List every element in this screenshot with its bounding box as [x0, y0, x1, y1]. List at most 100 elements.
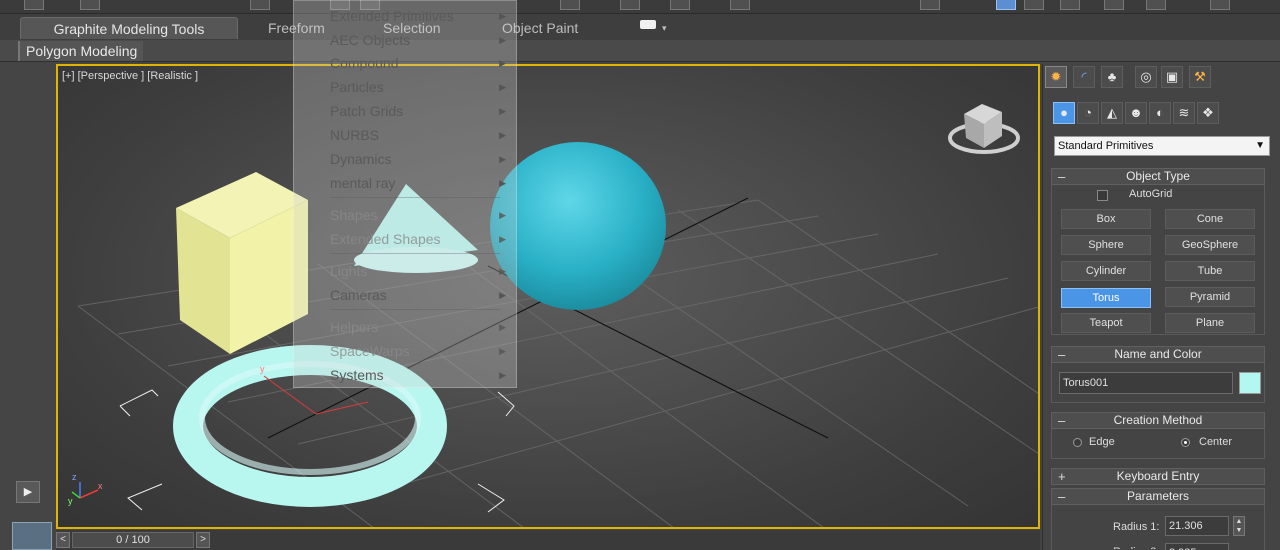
- edge-radio-label: Edge: [1089, 436, 1115, 448]
- box-object[interactable]: [176, 172, 308, 354]
- menu-item-lights[interactable]: Lights ▶: [330, 261, 510, 281]
- creation-method-rollout-header[interactable]: – Creation Method: [1051, 412, 1265, 429]
- time-slider-bar: < 0 / 100 >: [56, 530, 1040, 550]
- viewcube-icon[interactable]: [948, 104, 1020, 154]
- mirror-icon[interactable]: [620, 0, 640, 10]
- tab-polygon-modeling[interactable]: Polygon Modeling: [18, 41, 144, 61]
- render-production-icon[interactable]: [1146, 0, 1166, 10]
- select-region-icon[interactable]: [250, 0, 270, 10]
- ribbon-panel-bar: Polygon Modeling: [0, 40, 1280, 62]
- menu-item-shapes[interactable]: Shapes ▶: [330, 205, 510, 225]
- rendered-frame-icon[interactable]: [1060, 0, 1080, 10]
- menu-item-label: Helpers: [330, 319, 379, 335]
- tube-button[interactable]: Tube: [1165, 261, 1255, 281]
- menu-item-systems[interactable]: Systems ▶: [330, 365, 510, 385]
- box-button[interactable]: Box: [1061, 209, 1151, 229]
- radius1-input[interactable]: 21.306: [1165, 516, 1229, 536]
- radius2-input[interactable]: 2.985: [1165, 543, 1229, 550]
- autogrid-checkbox[interactable]: [1097, 190, 1108, 201]
- gizmo-label-y: y: [260, 364, 265, 374]
- geosphere-button[interactable]: GeoSphere: [1165, 235, 1255, 255]
- submenu-arrow-icon: ▶: [499, 82, 506, 92]
- play-animation-button[interactable]: ▶: [16, 481, 40, 503]
- cone-button[interactable]: Cone: [1165, 209, 1255, 229]
- ribbon-tabs: Graphite Modeling Tools Freeform Selecti…: [0, 14, 1280, 40]
- menu-item-dynamics[interactable]: Dynamics ▶: [330, 149, 510, 169]
- mini-listener-icon[interactable]: [12, 522, 52, 550]
- spell-icon[interactable]: [730, 0, 750, 10]
- teapot-button[interactable]: Teapot: [1061, 313, 1151, 333]
- utilities-tab-icon[interactable]: ⚒: [1189, 66, 1211, 88]
- category-dropdown-value: Standard Primitives: [1058, 140, 1154, 152]
- tab-graphite-modeling-tools[interactable]: Graphite Modeling Tools: [20, 17, 238, 39]
- center-radio-label: Center: [1199, 436, 1233, 448]
- menu-separator: [330, 309, 500, 310]
- lights-category-icon[interactable]: ◭: [1101, 102, 1123, 124]
- motion-tab-icon[interactable]: ◎: [1135, 66, 1157, 88]
- menu-item-extended-shapes[interactable]: Extended Shapes ▶: [330, 229, 510, 249]
- ribbon-options-icon[interactable]: [640, 20, 656, 29]
- menu-item-label: Cameras: [330, 287, 387, 303]
- parameters-rollout-header[interactable]: – Parameters: [1051, 488, 1265, 505]
- sphere-button[interactable]: Sphere: [1061, 235, 1151, 255]
- pyramid-button[interactable]: Pyramid: [1165, 287, 1255, 307]
- next-frame-button[interactable]: >: [196, 532, 210, 548]
- object-name-input[interactable]: Torus001: [1059, 372, 1233, 394]
- help-icon[interactable]: [1210, 0, 1230, 10]
- collapse-icon: –: [1058, 413, 1066, 428]
- spacewarps-category-icon[interactable]: ≋: [1173, 102, 1195, 124]
- render-setup-icon[interactable]: [1024, 0, 1044, 10]
- geometry-category-icon[interactable]: ●: [1053, 102, 1075, 124]
- modify-tab-icon[interactable]: ◜: [1073, 66, 1095, 88]
- menu-item-label: Lights: [330, 263, 368, 279]
- display-tab-icon[interactable]: ▣: [1161, 66, 1183, 88]
- systems-category-icon[interactable]: ❖: [1197, 102, 1219, 124]
- submenu-arrow-icon: ▶: [499, 58, 506, 68]
- center-radio[interactable]: [1181, 438, 1190, 447]
- menu-item-mental-ray[interactable]: mental ray ▶: [330, 173, 510, 193]
- shapes-category-icon[interactable]: ◔: [1077, 102, 1099, 124]
- torus-button[interactable]: Torus: [1061, 288, 1151, 308]
- link-icon[interactable]: [80, 0, 100, 10]
- previous-frame-button[interactable]: <: [56, 532, 70, 548]
- undo-icon[interactable]: [24, 0, 44, 10]
- submenu-arrow-icon: ▶: [499, 210, 506, 220]
- plane-button[interactable]: Plane: [1165, 313, 1255, 333]
- menu-item-compound[interactable]: Compound ▶: [330, 53, 510, 73]
- menu-item-extended-primitives[interactable]: Extended Primitives ▶: [330, 6, 510, 26]
- viewport-label[interactable]: [+] [Perspective ] [Realistic ]: [62, 70, 198, 82]
- edge-radio[interactable]: [1073, 438, 1082, 447]
- menu-item-cameras[interactable]: Cameras ▶: [330, 285, 510, 305]
- snap-icon[interactable]: [560, 0, 580, 10]
- hierarchy-tab-icon[interactable]: ♣: [1101, 66, 1123, 88]
- menu-item-patch-grids[interactable]: Patch Grids ▶: [330, 101, 510, 121]
- ribbon-options-chevron-icon[interactable]: ▾: [662, 17, 667, 39]
- object-type-rollout-header[interactable]: – Object Type: [1051, 168, 1265, 185]
- cylinder-button[interactable]: Cylinder: [1061, 261, 1151, 281]
- menu-item-helpers[interactable]: Helpers ▶: [330, 317, 510, 337]
- axis-label-z: z: [72, 472, 77, 482]
- time-slider[interactable]: 0 / 100: [72, 532, 194, 548]
- cameras-category-icon[interactable]: ☻: [1125, 102, 1147, 124]
- align-icon[interactable]: [670, 0, 690, 10]
- menu-item-particles[interactable]: Particles ▶: [330, 77, 510, 97]
- render-icon[interactable]: [1104, 0, 1124, 10]
- create-tab-icon[interactable]: ✹: [1045, 66, 1067, 88]
- menu-item-spacewarps[interactable]: SpaceWarps ▶: [330, 341, 510, 361]
- object-color-swatch[interactable]: [1239, 372, 1261, 394]
- keyboard-entry-rollout-header[interactable]: + Keyboard Entry: [1051, 468, 1265, 485]
- menu-item-nurbs[interactable]: NURBS ▶: [330, 125, 510, 145]
- submenu-arrow-icon: ▶: [499, 370, 506, 380]
- helpers-category-icon[interactable]: ◐: [1149, 102, 1171, 124]
- rollout-title: Keyboard Entry: [1116, 469, 1200, 483]
- schematic-view-icon[interactable]: [920, 0, 940, 10]
- material-editor-icon[interactable]: [996, 0, 1016, 10]
- radius1-spinner[interactable]: ▲ ▼: [1233, 516, 1245, 536]
- category-dropdown[interactable]: Standard Primitives ▼: [1054, 136, 1270, 156]
- name-and-color-rollout-header[interactable]: – Name and Color: [1051, 346, 1265, 363]
- menu-item-aec-objects[interactable]: AEC Objects ▶: [330, 30, 510, 50]
- submenu-arrow-icon: ▶: [499, 35, 506, 45]
- expand-icon: +: [1058, 469, 1066, 484]
- viewport-scene: z x y y: [68, 104, 1038, 527]
- perspective-viewport[interactable]: z x y y [+] [Perspective ] [Realistic ]: [56, 64, 1040, 529]
